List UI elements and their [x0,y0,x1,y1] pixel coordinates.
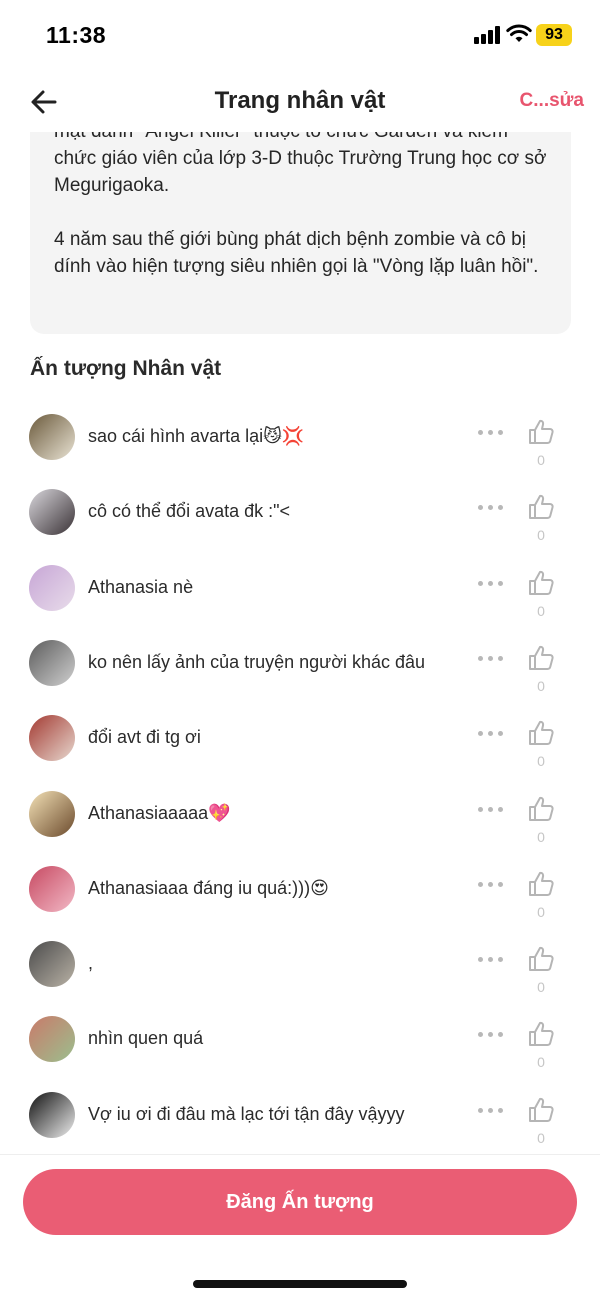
like-count: 0 [537,677,545,694]
bio-paragraph-2: 4 năm sau thế giới bùng phát dịch bệnh z… [54,229,539,277]
impression-item[interactable]: Athanasiaaaaa💖 0 [0,777,600,852]
like-thumb-icon[interactable] [527,418,555,446]
impression-item[interactable]: ko nên lấy ảnh của truyện người khác đâu… [0,626,600,701]
impression-text: đổi avt đi tg ơi [88,727,201,748]
more-options-icon[interactable] [478,1107,504,1114]
like-count: 0 [537,828,545,845]
impression-text: sao cái hình avarta lại😼💢 [88,426,305,446]
cellular-signal-icon [474,26,500,44]
like-thumb-icon[interactable] [527,644,555,672]
user-avatar[interactable] [29,564,75,611]
bottom-action-bar: Đăng Ấn tượng [0,1154,600,1299]
like-count: 0 [537,903,545,920]
impression-item[interactable]: sao cái hình avarta lại😼💢 0 [0,400,600,475]
impression-item[interactable]: Athanasiaaa đáng iu quá:)))😍 0 [0,852,600,927]
like-count: 0 [537,452,545,468]
more-options-icon[interactable] [478,957,504,963]
like-thumb-icon[interactable] [527,1096,555,1124]
like-count: 0 [537,602,545,619]
impression-text: ko nên lấy ảnh của truyện người khác đâu [88,651,426,672]
impression-text: Athanasiaaa đáng iu quá:)))😍 [88,877,329,898]
character-bio-text: mật danh "Angel Killer" thuộc tổ chức Ga… [54,118,554,307]
impression-item[interactable]: Vợ iu ơi đi đâu mà lạc tới tận đây vậyyy… [0,1078,600,1153]
page-title: Trang nhân vật [214,87,386,114]
user-avatar[interactable] [29,941,75,988]
impression-item[interactable]: nhìn quen quá 0 [0,1002,600,1077]
impression-text: cô có thể đổi avata đk :"< [88,501,291,522]
more-options-icon[interactable] [478,505,504,511]
user-avatar[interactable] [29,1016,75,1063]
status-bar: 11:38 93 [0,0,600,72]
user-avatar[interactable] [29,865,75,912]
like-thumb-icon[interactable] [527,1020,555,1048]
impression-text: Athanasia nè [88,576,194,597]
user-avatar[interactable] [29,1091,75,1138]
user-avatar[interactable] [29,489,75,536]
character-bio-card: mật danh "Angel Killer" thuộc tổ chức Ga… [30,110,571,334]
impression-text: Vợ iu ơi đi đâu mà lạc tới tận đây vậyyy [88,1103,405,1124]
impression-item[interactable]: Athanasia nè 0 [0,551,600,626]
more-options-icon[interactable] [478,655,504,662]
like-count: 0 [537,1054,545,1071]
impression-item[interactable]: cô có thể đổi avata đk :"< 0 [0,475,600,550]
more-options-icon[interactable] [478,881,504,888]
more-options-icon[interactable] [478,731,504,737]
edit-button[interactable]: C...sửa [520,90,584,112]
status-time: 11:38 [46,22,107,48]
like-thumb-icon[interactable] [527,870,555,898]
like-count: 0 [537,527,545,544]
more-options-icon[interactable] [478,1032,504,1038]
like-thumb-icon[interactable] [527,719,555,747]
nav-bar: Trang nhân vật C...sửa [0,72,600,132]
home-indicator [193,1280,407,1288]
like-count: 0 [537,979,545,996]
user-avatar[interactable] [29,639,75,686]
more-options-icon[interactable] [478,430,504,436]
impressions-section-title: Ấn tượng Nhân vật [30,357,222,380]
like-thumb-icon[interactable] [527,945,555,973]
like-count: 0 [537,753,545,770]
more-options-icon[interactable] [478,580,504,587]
like-thumb-icon[interactable] [527,569,555,597]
like-count: 0 [537,1129,545,1146]
impression-item[interactable]: ,0 [0,927,600,1002]
battery-indicator: 93 [536,24,572,46]
impression-text: Athanasiaaaaa💖 [88,802,231,823]
impression-item[interactable]: đổi avt đi tg ơi 0 [0,701,600,776]
more-options-icon[interactable] [478,806,504,813]
impression-text: nhìn quen quá [88,1028,204,1049]
like-thumb-icon[interactable] [527,795,555,823]
user-avatar[interactable] [29,790,75,837]
impression-text: , [88,953,94,974]
user-avatar[interactable] [29,715,75,762]
wifi-icon [506,24,532,42]
post-impression-button[interactable]: Đăng Ấn tượng [23,1169,577,1235]
like-thumb-icon[interactable] [527,493,555,521]
user-avatar[interactable] [29,414,75,460]
bio-paragraph-1: chức giáo viên của lớp 3-D thuộc Trường … [54,148,547,196]
